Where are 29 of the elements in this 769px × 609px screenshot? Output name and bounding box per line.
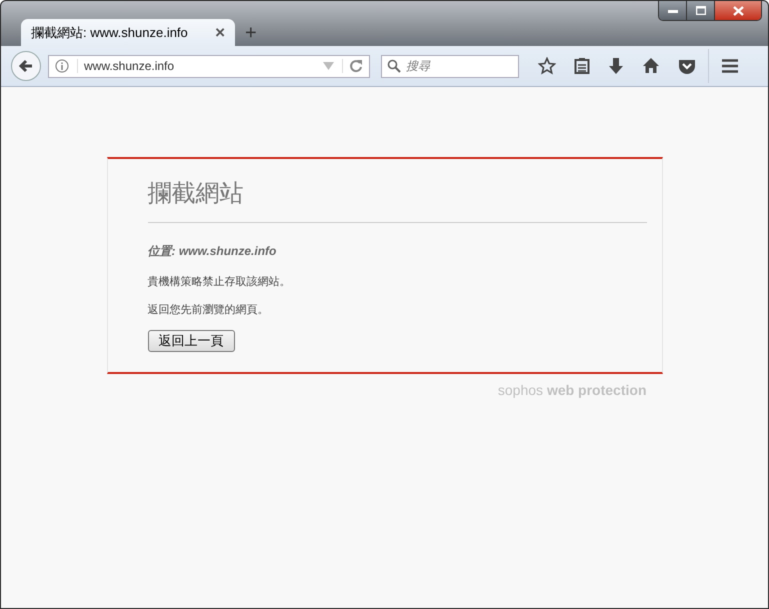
reading-list-icon[interactable] [574,57,590,75]
minimize-button[interactable] [659,1,687,20]
download-icon[interactable] [608,57,624,75]
back-button[interactable] [11,51,41,81]
home-icon[interactable] [642,57,660,75]
browser-tab[interactable]: 攔截網站: www.shunze.info × [21,19,235,46]
tab-title: 攔截網站: www.shunze.info [31,24,189,42]
message-text: 貴機構策略禁止存取該網站。 [148,274,292,289]
new-tab-button[interactable]: + [245,22,257,42]
hint-text: 返回您先前瀏覽的網頁。 [148,303,270,317]
info-icon[interactable] [55,59,69,73]
maximize-icon [696,6,706,15]
minimize-icon [668,8,678,12]
star-icon[interactable] [538,57,556,75]
reload-icon[interactable] [342,59,363,73]
close-button[interactable] [715,1,761,20]
maximize-button[interactable] [687,1,715,20]
close-tab-icon[interactable]: × [215,22,225,42]
location-text: 位置: www.shunze.info [148,243,278,260]
address-bar[interactable]: www.shunze.info [48,54,370,78]
back-arrow-icon [18,58,34,74]
close-icon [732,6,744,16]
back-page-button[interactable]: 返回上一頁 [148,330,234,352]
menu-icon[interactable] [721,58,739,74]
url-text: www.shunze.info [77,59,315,73]
shield-icon[interactable] [678,57,696,75]
search-field[interactable]: 搜尋 [381,54,519,78]
page-title: 攔截網站 [148,177,646,223]
footer-brand: sophos web protection [498,382,646,398]
